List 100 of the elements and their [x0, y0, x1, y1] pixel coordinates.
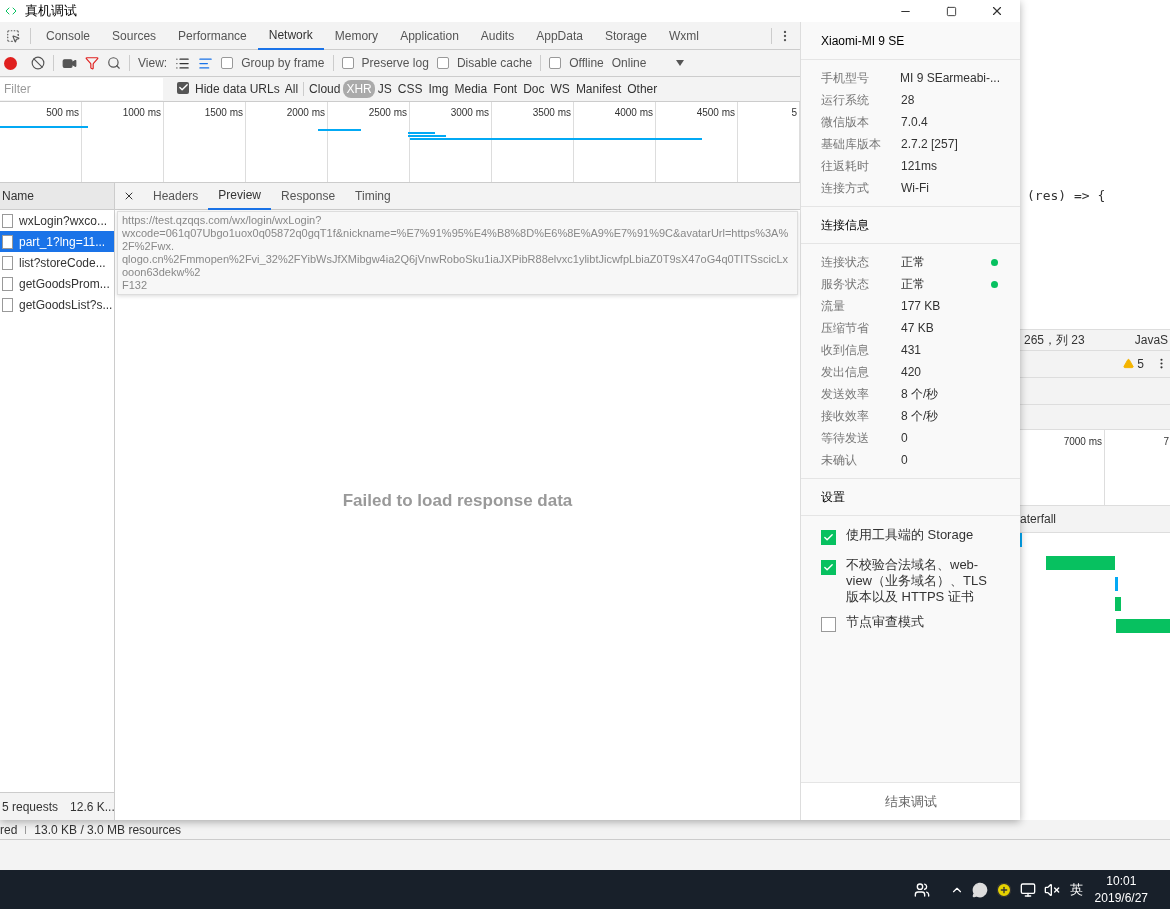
- type-filter[interactable]: Doc: [520, 80, 548, 98]
- time-tick: 5: [791, 106, 798, 116]
- clock-time: 10:01: [1106, 872, 1137, 890]
- detail-tab[interactable]: Headers: [143, 182, 209, 210]
- checkbox[interactable]: [821, 617, 836, 632]
- time-tick: 1500 ms: [204, 106, 244, 116]
- info-value: 2.7.2 [257]: [901, 136, 958, 153]
- cursor-position: 265，列 23: [1024, 331, 1085, 349]
- close-icon[interactable]: [990, 4, 1004, 18]
- type-filter[interactable]: JS: [374, 80, 395, 98]
- option-label: Disable cache: [456, 55, 533, 72]
- info-value: 8 个/秒: [901, 386, 939, 403]
- info-value: 47 KB: [901, 320, 934, 337]
- info-label: 服务状态: [821, 276, 870, 293]
- devtools-tab[interactable]: Memory: [323, 21, 390, 50]
- info-value: 8 个/秒: [901, 408, 939, 425]
- input-method[interactable]: 英: [1069, 879, 1083, 900]
- info-value: 0: [901, 452, 908, 469]
- type-filter[interactable]: CSS: [394, 80, 426, 98]
- time-tick: 2000 ms: [286, 106, 326, 116]
- transfer-size: 12.6 K...: [70, 798, 115, 816]
- option-label: Offline: [569, 55, 604, 72]
- request-row[interactable]: getGoodsList?s...: [0, 294, 114, 315]
- type-filter[interactable]: Font: [490, 80, 521, 98]
- info-label: 连接状态: [821, 254, 870, 271]
- request-name: getGoodsList?s...: [19, 296, 113, 314]
- devtools-tab[interactable]: AppData: [525, 21, 594, 50]
- detail-tab[interactable]: Preview: [208, 182, 272, 210]
- info-label: 发出信息: [821, 364, 870, 381]
- request-name: wxLogin?wxco...: [19, 212, 108, 230]
- checkbox[interactable]: [341, 57, 354, 69]
- filter-field[interactable]: Filter: [0, 78, 163, 100]
- network-icon[interactable]: [1019, 881, 1036, 898]
- section-title: 设置: [821, 489, 845, 506]
- info-value: 正常: [901, 254, 925, 271]
- info-label: 微信版本: [821, 114, 870, 131]
- info-label: 基础库版本: [821, 136, 882, 153]
- checkbox[interactable]: [821, 560, 836, 575]
- detail-tab[interactable]: Timing: [345, 182, 401, 210]
- info-value: 7.0.4: [901, 114, 928, 131]
- search-icon[interactable]: [107, 56, 121, 70]
- detail-tab[interactable]: Response: [271, 182, 346, 210]
- type-filter[interactable]: All: [281, 80, 302, 98]
- error-message: Failed to load response data: [342, 490, 573, 513]
- request-row[interactable]: getGoodsProm...: [0, 273, 114, 294]
- devtools-tab[interactable]: Performance: [167, 21, 258, 50]
- request-name: getGoodsProm...: [19, 275, 110, 293]
- type-filter[interactable]: Img: [425, 80, 452, 98]
- waterfall-view-icon[interactable]: [198, 55, 214, 71]
- clock-date: 2019/6/27: [1094, 889, 1148, 907]
- checkbox[interactable]: [821, 530, 836, 545]
- type-filter[interactable]: Cloud: [306, 80, 344, 98]
- plus-circle-icon[interactable]: [995, 881, 1012, 898]
- request-count: 5 requests: [2, 798, 59, 816]
- checkbox[interactable]: [436, 57, 449, 69]
- time-tick: 2500 ms: [368, 106, 408, 116]
- time-tick: 4000 ms: [614, 106, 654, 116]
- info-label: 连接方式: [821, 180, 870, 197]
- time-tick: 500 ms: [46, 106, 80, 116]
- clear-icon[interactable]: [31, 56, 45, 70]
- setting-label: 使用工具端的 Storage: [846, 527, 974, 543]
- code-line: (res) => {: [1026, 187, 1107, 205]
- setting-label: 不校验合法域名、web-view（业务域名）、TLS 版本以及 HTTPS 证书: [846, 557, 988, 605]
- request-row[interactable]: list?storeCode...: [0, 252, 114, 273]
- devtools-tab[interactable]: Sources: [101, 21, 168, 50]
- filter-icon[interactable]: [85, 56, 99, 70]
- maximize-icon[interactable]: [945, 5, 957, 17]
- inspect-icon[interactable]: [6, 28, 20, 43]
- people-icon[interactable]: [913, 881, 930, 898]
- end-debug-button[interactable]: 结束调试: [801, 782, 1020, 820]
- info-label: 发送效率: [821, 386, 870, 403]
- language-label: JavaS: [1134, 331, 1169, 349]
- checkbox[interactable]: [221, 57, 234, 69]
- devtools-tab[interactable]: Audits: [469, 21, 526, 50]
- request-row[interactable]: part_1?lng=11...: [0, 231, 114, 252]
- info-label: 接收效率: [821, 408, 870, 425]
- time-tick: 3500 ms: [532, 106, 572, 116]
- type-filter[interactable]: Other: [624, 80, 661, 98]
- window-title: 真机调试: [25, 2, 77, 21]
- option-label: Preserve log: [361, 55, 429, 72]
- chat-bubble-icon[interactable]: [971, 881, 988, 898]
- request-row[interactable]: wxLogin?wxco...: [0, 210, 114, 231]
- tooltip-line: https://test.qzqqs.com/wx/login/wxLogin?: [122, 214, 323, 227]
- devtools-tab[interactable]: Application: [389, 21, 470, 50]
- devtools-tab[interactable]: Wxml: [657, 21, 710, 50]
- throttle-select[interactable]: Online: [611, 54, 685, 72]
- info-label: 未确认: [821, 452, 858, 469]
- status-text: 13.0 KB / 3.0 MB resources: [34, 821, 182, 839]
- checkbox[interactable]: [549, 57, 562, 69]
- info-label: 流量: [821, 298, 846, 315]
- type-filter[interactable]: Media: [451, 80, 491, 98]
- devtools-tab[interactable]: Console: [35, 21, 102, 50]
- type-filter[interactable]: WS: [547, 80, 573, 98]
- list-view-icon[interactable]: [175, 55, 191, 71]
- mute-icon[interactable]: [1043, 881, 1060, 898]
- record-button[interactable]: [4, 56, 17, 70]
- devtools-tab[interactable]: Storage: [593, 21, 658, 50]
- close-icon[interactable]: [123, 190, 135, 202]
- type-filter[interactable]: Manifest: [572, 80, 625, 98]
- checkbox[interactable]: [177, 81, 189, 94]
